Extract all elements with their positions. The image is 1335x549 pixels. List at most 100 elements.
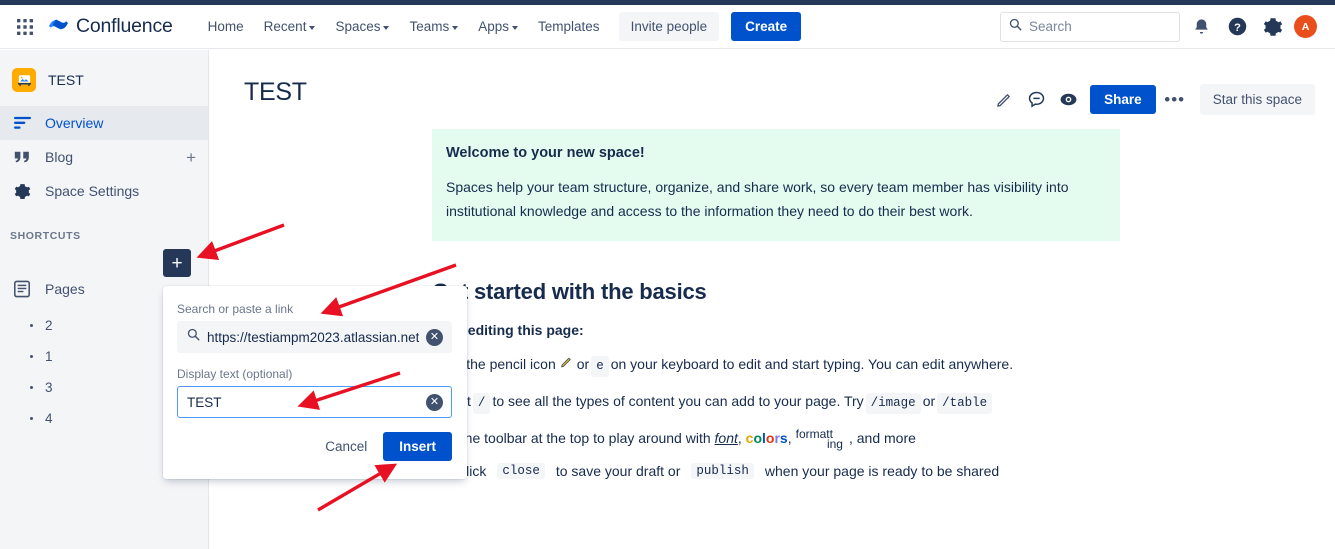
list-item: Click the pencil icon or e on your keybo… [432,354,1335,377]
nav-item-recent[interactable]: Recent [255,13,325,40]
basics-item2-text-b: to see all the types of content you can … [492,392,864,409]
page-label: 4 [45,411,53,426]
check-text-b: to save your draft or [555,462,681,479]
star-space-button[interactable]: Star this space [1199,84,1315,115]
share-button[interactable]: Share [1090,85,1156,114]
search-icon [187,328,200,346]
link-url-field[interactable]: ✕ [177,321,452,353]
keyboard-key-slash: / [472,392,491,414]
link-url-input[interactable] [207,329,419,345]
user-avatar[interactable]: A [1294,15,1317,38]
pages-document-icon [12,280,32,298]
command-image: /image [865,392,921,414]
more-actions-icon[interactable]: ••• [1160,86,1190,114]
search-icon [1009,18,1022,36]
create-button[interactable]: Create [731,12,802,41]
basics-subheading: Start editing this page: [432,322,584,339]
cancel-button[interactable]: Cancel [315,432,377,461]
sidebar-item-space-settings[interactable]: Space Settings [0,174,208,208]
clear-display-icon[interactable]: ✕ [426,393,443,411]
comma2: , [787,429,792,446]
clear-link-icon[interactable]: ✕ [426,328,443,346]
bullet-dot [30,386,33,389]
nav-item-apps[interactable]: Apps [469,13,527,40]
settings-gear-icon[interactable] [1258,12,1288,42]
app-switcher-icon[interactable] [12,14,38,40]
sidebar-item-overview[interactable]: Overview [0,106,208,140]
insert-button[interactable]: Insert [383,432,452,461]
confluence-logo-link[interactable]: Confluence [48,14,173,40]
sidebar-item-blog[interactable]: Blog + [0,140,208,174]
basics-item3-text-b: , and more [848,429,916,446]
sidebar-label-pages: Pages [45,281,85,297]
page-label: 3 [45,380,53,395]
basics-item1-text-b: on your keyboard to edit and start typin… [610,356,1014,373]
page-title: TEST [244,78,307,106]
welcome-panel: Welcome to your new space! Spaces help y… [432,129,1120,242]
list-item: Use the toolbar at the top to play aroun… [432,427,1335,451]
notifications-icon[interactable] [1186,12,1216,42]
nav-item-teams[interactable]: Teams [400,13,467,40]
basics-list: Click the pencil icon or e on your keybo… [432,354,1335,451]
add-blog-icon[interactable]: + [186,149,196,166]
display-text-field[interactable]: ✕ [177,386,452,418]
nav-item-home[interactable]: Home [199,13,253,40]
nav-label: Apps [478,19,510,34]
confluence-window: Confluence Home Recent Spaces Teams Apps… [0,0,1335,549]
font-sample: font [714,429,738,446]
invite-people-button[interactable]: Invite people [618,12,720,41]
primary-nav: Home Recent Spaces Teams Apps Templates … [199,12,802,41]
comma1: , [737,429,742,446]
help-icon[interactable]: ? [1222,12,1252,42]
nav-label: Recent [263,19,307,34]
global-search[interactable] [1000,11,1180,42]
space-avatar-icon [12,68,36,92]
watch-eye-icon[interactable] [1054,86,1082,114]
keyboard-key-e: e [591,356,609,377]
nav-right-cluster: ? A [1000,11,1323,42]
chevron-down-icon [452,25,459,30]
nav-label: Spaces [335,19,381,34]
sidebar-label-space-settings: Space Settings [45,183,140,199]
nav-item-spaces[interactable]: Spaces [326,13,398,40]
basics-item3-text-a: Use the toolbar at the top to play aroun… [432,429,711,446]
link-field-label: Search or paste a link [177,302,294,316]
brand-name: Confluence [76,15,173,37]
settings-gear-icon [12,183,32,200]
confluence-logo-icon [48,14,69,40]
space-name: TEST [48,72,84,88]
command-publish: publish [691,462,754,479]
bullet-dot [30,355,33,358]
bullet-dot [30,417,33,420]
nav-label: Templates [538,19,600,34]
display-text-input[interactable] [187,394,419,410]
quote-blog-icon [12,150,32,164]
basics-heading: Get started with the basics [432,279,707,305]
command-close: close [497,462,545,479]
welcome-body: Spaces help your team structure, organiz… [446,179,1069,220]
shortcuts-header: SHORTCUTS [10,230,81,242]
formatt-bottom: ing [826,436,843,451]
chevron-down-icon [512,25,519,30]
nav-item-templates[interactable]: Templates [529,13,609,40]
edit-pencil-icon[interactable] [990,86,1018,114]
display-text-label: Display text (optional) [177,367,293,381]
space-header[interactable]: TEST [0,50,208,106]
basics-checkbox-row: Click close to save your draft or publis… [432,462,1335,479]
search-input[interactable] [1029,19,1171,34]
dialog-actions: Cancel Insert [177,432,452,461]
page-header: TEST Share ••• Star this space [210,50,1335,115]
bullet-dot [30,324,33,327]
formatting-sample: formatting [796,427,849,451]
chevron-down-icon [383,25,390,30]
add-shortcut-button[interactable]: + [163,249,191,277]
check-text-c: when your page is ready to be shared [764,462,1000,479]
welcome-title: Welcome to your new space! [446,145,645,161]
basics-item2-or: or [922,392,936,409]
page-label: 2 [45,318,53,333]
global-navigation: Confluence Home Recent Spaces Teams Apps… [0,5,1335,49]
comment-icon[interactable] [1022,86,1050,114]
sidebar-label-overview: Overview [45,115,104,131]
page-actions: Share ••• Star this space [990,78,1315,115]
command-table: /table [937,392,993,414]
